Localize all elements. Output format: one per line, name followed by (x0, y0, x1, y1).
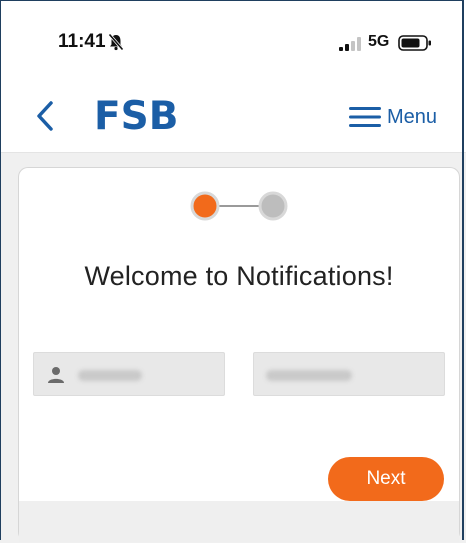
progress-stepper (190, 191, 288, 221)
back-chevron-icon[interactable] (34, 100, 56, 132)
step-1-indicator (190, 191, 220, 221)
status-time: 11:41 (58, 31, 106, 52)
bell-muted-icon (108, 33, 124, 51)
menu-label: Menu (387, 105, 438, 128)
first-input-field[interactable] (33, 352, 225, 396)
second-input-field[interactable] (253, 352, 445, 396)
app-header: FSB Menu (0, 80, 466, 152)
next-button[interactable]: Next (328, 457, 444, 501)
menu-button[interactable]: Menu (349, 102, 437, 132)
step-2-indicator (258, 191, 288, 221)
person-icon (48, 367, 64, 383)
status-bar: 11:41 5G (0, 0, 466, 80)
battery-icon (398, 35, 431, 51)
redacted-value (266, 370, 352, 381)
signal-icon (339, 37, 361, 51)
network-type: 5G (368, 33, 390, 50)
fsb-logo: FSB (94, 94, 179, 139)
page-title: Welcome to Notifications! (84, 261, 394, 291)
card-footer-area (19, 501, 459, 542)
hamburger-icon (349, 107, 381, 127)
redacted-value (78, 370, 142, 381)
